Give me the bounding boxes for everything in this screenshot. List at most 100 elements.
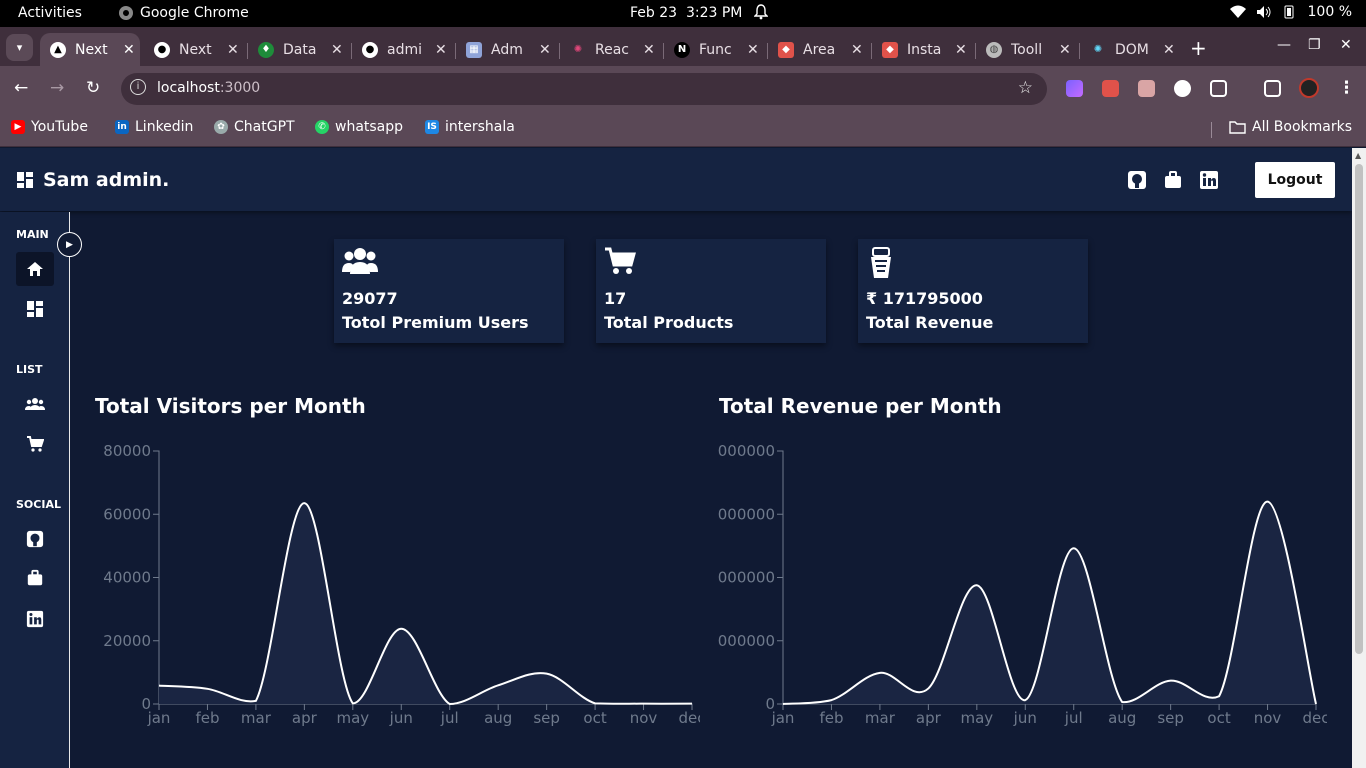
- series-area: [159, 503, 692, 704]
- bookmark-chatgpt[interactable]: ✿ ChatGPT: [214, 119, 295, 135]
- extension-icon[interactable]: [1102, 80, 1119, 97]
- tab-search-button[interactable]: ▾: [6, 34, 33, 61]
- back-button[interactable]: ←: [14, 78, 28, 98]
- sidebar-item-dashboard[interactable]: [16, 292, 54, 326]
- clock[interactable]: Feb 23 3:23 PM: [630, 5, 742, 21]
- tab-0[interactable]: ▲ Next ✕: [40, 33, 140, 66]
- new-tab-button[interactable]: +: [1190, 36, 1207, 60]
- stat-label: Total Revenue: [866, 313, 994, 332]
- system-tray[interactable]: 100 %: [1229, 4, 1352, 20]
- tab-10[interactable]: ✺ DOM ✕: [1080, 33, 1175, 66]
- close-icon[interactable]: ✕: [643, 42, 655, 58]
- globe-icon: ◍: [986, 41, 1002, 58]
- tab-8[interactable]: ◆ Insta ✕: [872, 33, 967, 66]
- bookmark-whatsapp[interactable]: ✆ whatsapp: [315, 119, 403, 135]
- reload-button[interactable]: ↻: [86, 78, 100, 98]
- stat-value: 29077: [342, 289, 398, 308]
- x-tick-label: oct: [1207, 709, 1230, 727]
- extension-icon[interactable]: [1066, 80, 1083, 97]
- close-window-button[interactable]: ✕: [1340, 37, 1352, 53]
- brand-name: Sam admin.: [43, 169, 170, 191]
- x-axis: [782, 703, 1317, 710]
- info-icon[interactable]: i: [130, 79, 146, 95]
- tab-1[interactable]: ● Next ✕: [144, 33, 239, 66]
- bookmark-label: intershala: [445, 119, 515, 135]
- close-icon[interactable]: ✕: [539, 42, 551, 58]
- scrollbar-thumb[interactable]: [1355, 164, 1363, 654]
- restore-button[interactable]: ❐: [1308, 37, 1321, 53]
- sidebar-item-home[interactable]: [16, 252, 54, 286]
- avatar[interactable]: [1299, 78, 1319, 98]
- page-scrollbar[interactable]: ▲: [1352, 148, 1366, 768]
- linkedin-icon[interactable]: [1199, 170, 1219, 190]
- tab-3[interactable]: ● admi ✕: [352, 33, 447, 66]
- all-bookmarks-label: All Bookmarks: [1252, 119, 1353, 135]
- visitors-line-chart: 020000400006000080000jan feb mar apr may jun j…: [103, 442, 700, 727]
- tab-7[interactable]: ◆ Area ✕: [768, 33, 863, 66]
- app-header: Sam admin. Logout: [0, 148, 1352, 211]
- forward-button[interactable]: →: [50, 78, 64, 98]
- app-name: Google Chrome: [140, 5, 249, 21]
- close-icon[interactable]: ✕: [1163, 42, 1175, 58]
- bookmark-youtube[interactable]: ▶ YouTube: [11, 119, 88, 135]
- x-axis: [158, 703, 693, 710]
- x-tick-label: dec: [1303, 709, 1328, 727]
- side-panel-icon[interactable]: [1264, 80, 1281, 97]
- close-icon[interactable]: ✕: [227, 42, 239, 58]
- kebab-menu-icon[interactable]: ⋮: [1338, 78, 1355, 98]
- bookmarks-bar: ▶ YouTube in Linkedin ✿ ChatGPT ✆ whatsa…: [0, 112, 1366, 147]
- tab-label: Data: [283, 41, 317, 58]
- stat-value: 17: [604, 289, 627, 308]
- bookmark-label: whatsapp: [335, 119, 404, 135]
- x-tick-label: mar: [865, 709, 896, 727]
- sidebar-toggle-button[interactable]: ▶: [57, 232, 82, 257]
- sidebar-item-github[interactable]: [16, 522, 54, 556]
- x-tick-label: apr: [916, 709, 942, 727]
- close-icon[interactable]: ✕: [435, 42, 447, 58]
- all-bookmarks-folder[interactable]: All Bookmarks: [1229, 119, 1352, 135]
- sidebar-item-products[interactable]: [16, 427, 54, 461]
- y-tick-label: 000000: [718, 442, 775, 460]
- close-icon[interactable]: ✕: [1059, 42, 1071, 58]
- close-icon[interactable]: ✕: [331, 42, 343, 58]
- bookmark-star-icon[interactable]: ☆: [1018, 78, 1033, 98]
- app-menu[interactable]: Google Chrome: [118, 5, 249, 21]
- close-icon[interactable]: ✕: [747, 42, 759, 58]
- react-icon: ✺: [573, 44, 583, 55]
- x-tick-label: jul: [1064, 709, 1083, 727]
- sidebar-item-users[interactable]: [16, 387, 54, 421]
- close-icon[interactable]: ✕: [851, 42, 863, 58]
- close-icon[interactable]: ✕: [955, 42, 967, 58]
- close-icon[interactable]: ✕: [123, 42, 135, 58]
- tab-label: Next: [179, 41, 212, 58]
- sidebar-item-linkedin[interactable]: [16, 602, 54, 636]
- sidebar-section-list: LIST: [16, 363, 43, 376]
- internshala-icon: IS: [425, 120, 439, 134]
- stat-card-products: 17 Total Products: [596, 239, 826, 343]
- tab-label: Func: [699, 41, 732, 58]
- tab-9[interactable]: ◍ Tooll ✕: [976, 33, 1071, 66]
- puzzle-icon[interactable]: [1210, 80, 1227, 97]
- activities-button[interactable]: Activities: [18, 5, 82, 21]
- bookmark-linkedin[interactable]: in Linkedin: [115, 119, 193, 135]
- extension-icon[interactable]: [1174, 80, 1191, 97]
- address-bar[interactable]: i localhost:3000 ☆: [121, 73, 1047, 105]
- tab-5[interactable]: ✺ Reac ✕: [560, 33, 655, 66]
- tab-label: DOM: [1115, 41, 1149, 58]
- bookmark-intershala[interactable]: IS intershala: [425, 119, 515, 135]
- sidebar-item-portfolio[interactable]: [16, 561, 54, 595]
- brand[interactable]: Sam admin.: [17, 169, 169, 191]
- tab-2[interactable]: ♦ Data ✕: [248, 33, 343, 66]
- x-tick-label: oct: [583, 709, 606, 727]
- briefcase-icon[interactable]: [1163, 170, 1183, 190]
- extension-icon[interactable]: [1138, 80, 1155, 97]
- revenue-line-chart: 0000000000000000000000000jan feb mar apr may…: [718, 442, 1328, 727]
- sidebar-section-social: SOCIAL: [16, 498, 61, 511]
- tab-6[interactable]: N Func ✕: [664, 33, 759, 66]
- scroll-up-icon[interactable]: ▲: [1355, 151, 1361, 160]
- github-icon[interactable]: [1127, 170, 1147, 190]
- tab-4[interactable]: ▦ Adm ✕: [456, 33, 551, 66]
- logout-button[interactable]: Logout: [1255, 162, 1335, 198]
- page-viewport: Sam admin. Logout MAIN LIST SOCIAL ▶ 290…: [0, 148, 1352, 768]
- minimize-button[interactable]: —: [1277, 37, 1291, 53]
